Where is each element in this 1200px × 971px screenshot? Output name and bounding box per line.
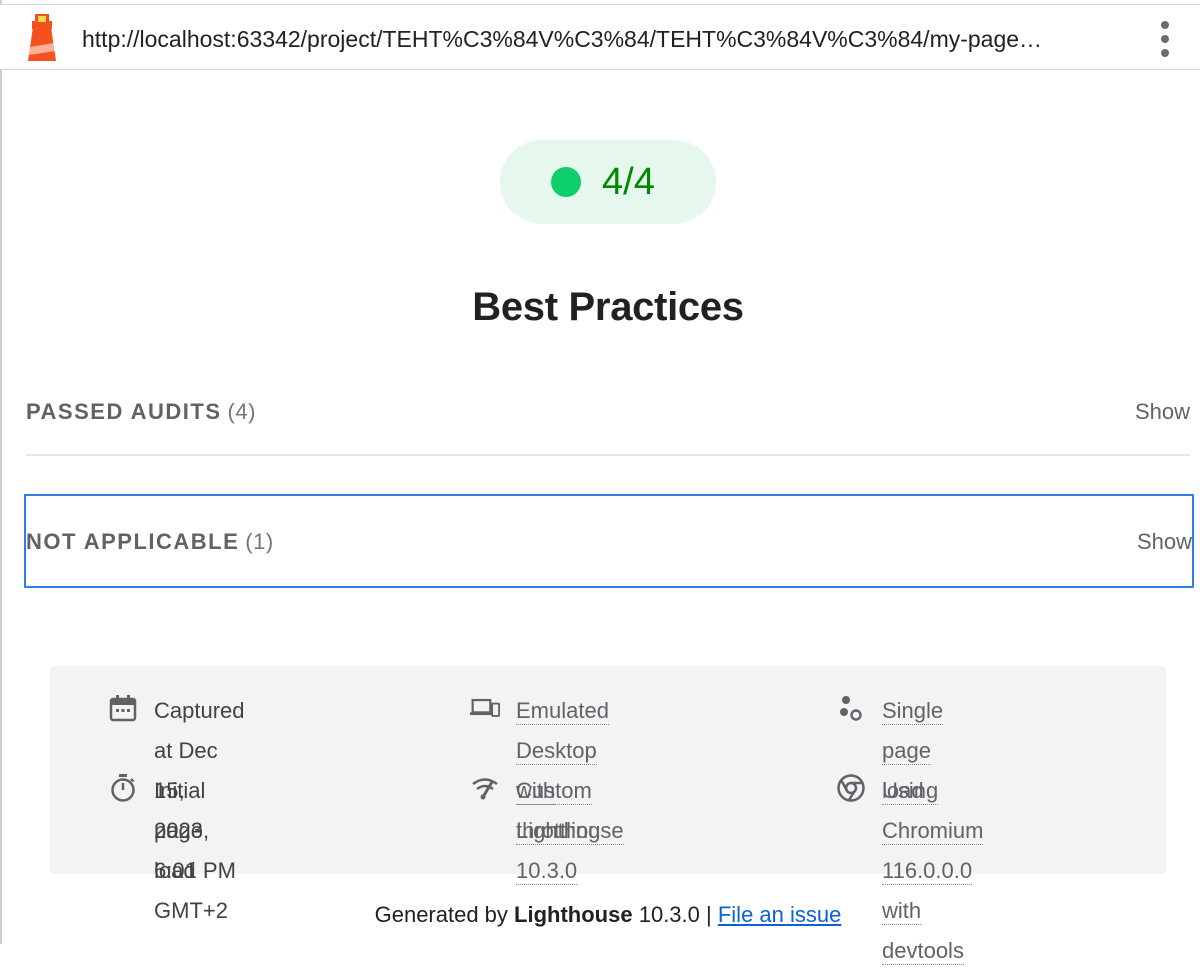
lighthouse-version: 10.3.0 bbox=[638, 902, 700, 927]
page-url: http://localhost:63342/project/TEHT%C3%8… bbox=[82, 26, 1043, 52]
kebab-dot-icon bbox=[1161, 21, 1169, 29]
chromium-link[interactable]: Using Chromium bbox=[882, 778, 984, 845]
lighthouse-logo-icon bbox=[28, 14, 56, 61]
kebab-dot-icon bbox=[1161, 35, 1169, 43]
group-label: PASSED AUDITS bbox=[26, 399, 222, 424]
group-title: PASSED AUDITS (4) bbox=[26, 399, 256, 425]
show-not-applicable-toggle[interactable]: Show bbox=[1137, 529, 1192, 555]
passed-audits-group[interactable]: PASSED AUDITS (4) Show bbox=[26, 378, 1190, 456]
stopwatch-icon bbox=[111, 774, 135, 802]
pass-status-dot bbox=[551, 167, 581, 197]
report-footer: Generated by Lighthouse 10.3.0 | File an… bbox=[0, 902, 1200, 928]
score-value: 4/4 bbox=[602, 161, 655, 203]
single-load-icon bbox=[840, 696, 862, 721]
throttling-icon bbox=[472, 778, 498, 800]
calendar-icon bbox=[109, 695, 137, 722]
footer-separator: | bbox=[706, 902, 712, 927]
show-passed-toggle[interactable]: Show bbox=[1135, 399, 1190, 425]
category-title: Best Practices bbox=[472, 285, 744, 329]
report-topbar: http://localhost:63342/project/TEHT%C3%8… bbox=[0, 5, 1200, 70]
throttling-link[interactable]: Custom throttling bbox=[516, 778, 601, 845]
not-applicable-group[interactable]: NOT APPLICABLE (1) Show bbox=[24, 494, 1194, 588]
group-title: NOT APPLICABLE (1) bbox=[26, 529, 274, 555]
tools-menu-button[interactable] bbox=[1152, 19, 1180, 59]
group-label: NOT APPLICABLE bbox=[26, 529, 240, 554]
file-issue-link[interactable]: File an issue bbox=[718, 902, 842, 927]
score-gauge: 4/4 bbox=[500, 140, 716, 224]
lighthouse-name: Lighthouse bbox=[514, 902, 633, 927]
generated-by-text: Generated by bbox=[374, 902, 508, 927]
group-count: (4) bbox=[227, 399, 256, 424]
kebab-dot-icon bbox=[1161, 49, 1169, 57]
chrome-icon bbox=[837, 774, 865, 802]
initial-load-text: Initial page load bbox=[154, 778, 206, 883]
devices-icon bbox=[470, 698, 500, 717]
window-left-edge bbox=[0, 0, 2, 944]
runtime-settings: Captured at Dec 15, 2023, 6:01 PM GMT+2 … bbox=[50, 666, 1166, 965]
group-count: (1) bbox=[245, 529, 274, 554]
